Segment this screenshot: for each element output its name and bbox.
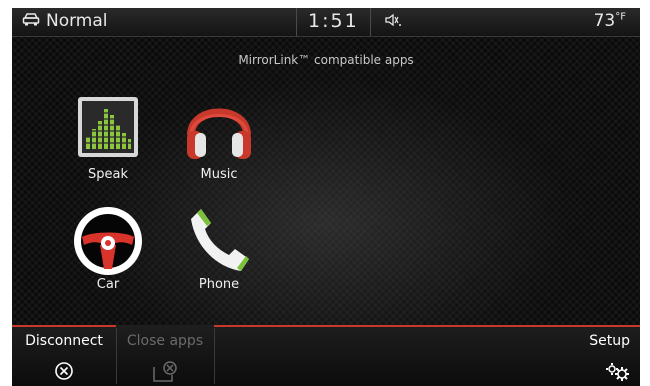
setup-button[interactable]: Setup xyxy=(552,328,640,384)
button-divider xyxy=(214,328,215,384)
status-bar: Normal 1:51 73°F xyxy=(12,8,640,37)
temperature: 73°F xyxy=(594,11,626,31)
apps-panel: MirrorLink™ compatible apps Speak Music … xyxy=(12,37,640,325)
status-divider xyxy=(296,8,297,36)
close-apps-label: Close apps xyxy=(126,333,204,349)
app-car[interactable]: Car xyxy=(58,201,158,292)
speaker-icon[interactable] xyxy=(384,12,402,31)
car-icon xyxy=(22,11,40,31)
close-window-icon xyxy=(152,361,178,386)
app-phone[interactable]: Phone xyxy=(169,201,269,292)
headphones-icon xyxy=(179,91,259,171)
close-circle-icon xyxy=(54,361,74,385)
setup-label: Setup xyxy=(589,333,630,349)
disconnect-button[interactable]: Disconnect xyxy=(12,328,116,384)
temperature-unit: °F xyxy=(615,11,626,23)
gear-icon xyxy=(604,361,632,386)
drive-mode-label: Normal xyxy=(46,11,108,31)
clock: 1:51 xyxy=(308,10,359,32)
accent-line xyxy=(214,325,640,327)
phone-handset-icon xyxy=(179,201,259,281)
close-apps-button[interactable]: Close apps xyxy=(117,328,213,384)
app-speak[interactable]: Speak xyxy=(58,91,158,182)
disconnect-label: Disconnect xyxy=(25,333,103,349)
drive-mode[interactable]: Normal xyxy=(22,11,108,31)
head-unit-screen: Normal 1:51 73°F MirrorLink™ compatible … xyxy=(12,8,640,386)
page-subtitle: MirrorLink™ compatible apps xyxy=(238,53,414,67)
steering-wheel-icon xyxy=(68,201,148,281)
bottom-bar: Disconnect Close apps Setup xyxy=(12,325,640,386)
status-divider xyxy=(370,8,371,36)
temperature-value: 73 xyxy=(593,11,616,31)
speak-equalizer-icon xyxy=(68,91,148,171)
app-music[interactable]: Music xyxy=(169,91,269,182)
accent-line xyxy=(12,325,116,327)
